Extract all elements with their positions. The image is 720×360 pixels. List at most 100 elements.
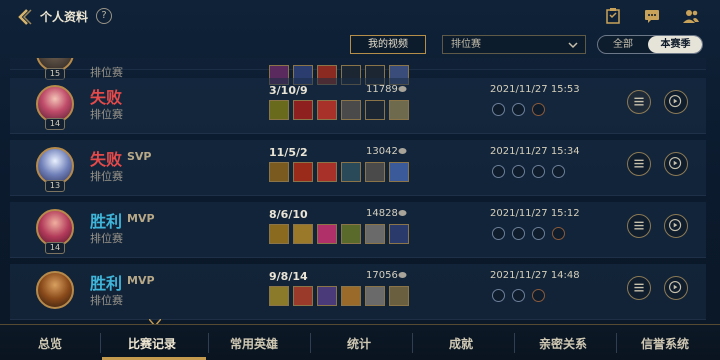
gold-coin-icon	[398, 210, 407, 216]
match-row[interactable]: 14 胜利 MVP 排位赛 8/6/10 14828 2021/11/27 15…	[10, 202, 706, 258]
rune-row	[492, 227, 570, 241]
performance-badge: MVP	[127, 212, 155, 225]
rune-icon	[552, 165, 565, 178]
item-slot	[341, 286, 361, 306]
match-mode: 排位赛	[90, 108, 123, 121]
item-slot	[293, 286, 313, 306]
item-slot	[389, 224, 409, 244]
divider	[208, 333, 209, 353]
help-icon[interactable]: ?	[96, 8, 112, 24]
tab-achievements[interactable]: 成就	[449, 335, 473, 352]
match-mode: 排位赛	[90, 232, 123, 245]
match-row[interactable]: 胜利 MVP 排位赛 9/8/14 17056 2021/11/27 14:48	[10, 264, 706, 320]
play-icon	[669, 157, 682, 170]
divider	[514, 333, 515, 353]
replay-button[interactable]	[664, 152, 688, 176]
list-icon	[634, 97, 644, 106]
rune-icon	[512, 227, 525, 240]
match-row[interactable]: 13 失败 SVP 排位赛 11/5/2 13042 2021/11/27 15…	[10, 140, 706, 196]
details-button[interactable]	[627, 90, 651, 114]
play-icon	[669, 95, 682, 108]
friends-icon[interactable]	[682, 7, 700, 25]
replay-button[interactable]	[664, 90, 688, 114]
details-button[interactable]	[627, 152, 651, 176]
tab-relationships[interactable]: 亲密关系	[539, 335, 587, 352]
rune-icon	[532, 103, 545, 116]
item-slot	[293, 224, 313, 244]
gold-coin-icon	[398, 272, 407, 278]
item-slot	[317, 162, 337, 182]
divider	[100, 333, 101, 353]
match-date: 2021/11/27 15:34	[490, 146, 580, 157]
divider	[616, 333, 617, 353]
item-slot	[269, 162, 289, 182]
play-icon	[669, 219, 682, 232]
chat-icon[interactable]	[643, 7, 661, 25]
item-slot	[269, 286, 289, 306]
seg-all[interactable]: 全部	[598, 36, 648, 53]
rune-row	[492, 165, 570, 179]
gold-coin-icon	[398, 86, 407, 92]
performance-badge: MVP	[127, 274, 155, 287]
item-slot	[389, 100, 409, 120]
my-videos-button[interactable]: 我的视频	[350, 35, 426, 54]
item-row	[269, 100, 411, 120]
list-icon	[634, 283, 644, 292]
kda: 3/10/9	[269, 84, 308, 97]
level-badge: 14	[45, 118, 65, 130]
match-list[interactable]: 15 排位赛 14 失败 排位赛 3/10/9 11789 2021/11/27…	[10, 58, 706, 321]
match-result: 胜利	[90, 274, 123, 293]
item-slot	[317, 224, 337, 244]
divider	[412, 333, 413, 353]
chevron-down-icon	[568, 42, 578, 49]
tab-overview[interactable]: 总览	[38, 335, 62, 352]
list-icon	[634, 159, 644, 168]
divider	[310, 333, 311, 353]
kda: 8/6/10	[269, 208, 308, 221]
item-slot	[293, 100, 313, 120]
performance-badge: SVP	[127, 150, 152, 163]
replay-button[interactable]	[664, 214, 688, 238]
mode-select-value: 排位赛	[451, 39, 481, 50]
match-row[interactable]: 15 排位赛	[10, 58, 706, 85]
rune-icon	[512, 289, 525, 302]
rune-icon	[532, 165, 545, 178]
list-icon	[634, 221, 644, 230]
tab-honor-system[interactable]: 信誉系统	[641, 335, 689, 352]
kda: 9/8/14	[269, 270, 308, 283]
avatar	[36, 271, 74, 309]
details-button[interactable]	[627, 214, 651, 238]
rune-icon	[552, 227, 565, 240]
rune-icon	[492, 165, 505, 178]
season-toggle[interactable]: 全部 本赛季	[597, 35, 703, 54]
match-date: 2021/11/27 15:53	[490, 84, 580, 95]
item-slot	[317, 286, 337, 306]
rune-row	[492, 289, 552, 303]
match-row[interactable]: 14 失败 排位赛 3/10/9 11789 2021/11/27 15:53	[10, 78, 706, 134]
kda: 11/5/2	[269, 146, 308, 159]
gold-amount: 17056	[366, 270, 398, 281]
top-bar: 个人资料 ?	[0, 0, 720, 34]
item-slot	[365, 224, 385, 244]
item-slot	[365, 286, 385, 306]
rune-row	[492, 103, 552, 117]
item-slot	[293, 162, 313, 182]
gold-amount: 13042	[366, 146, 398, 157]
item-slot	[341, 100, 361, 120]
item-row	[269, 162, 411, 182]
mode-select[interactable]: 排位赛	[442, 35, 586, 54]
tab-statistics[interactable]: 统计	[347, 335, 371, 352]
task-list-icon[interactable]	[604, 7, 622, 25]
tab-match-history[interactable]: 比赛记录	[128, 335, 176, 352]
tab-favorite-heroes[interactable]: 常用英雄	[230, 335, 278, 352]
match-date: 2021/11/27 15:12	[490, 208, 580, 219]
details-button[interactable]	[627, 276, 651, 300]
gold-coin-icon	[398, 148, 407, 154]
back-arrow-icon[interactable]	[14, 7, 34, 27]
item-slot	[269, 224, 289, 244]
item-slot	[269, 100, 289, 120]
item-slot	[341, 224, 361, 244]
item-row	[269, 224, 411, 244]
replay-button[interactable]	[664, 276, 688, 300]
seg-current-season[interactable]: 本赛季	[648, 36, 702, 53]
